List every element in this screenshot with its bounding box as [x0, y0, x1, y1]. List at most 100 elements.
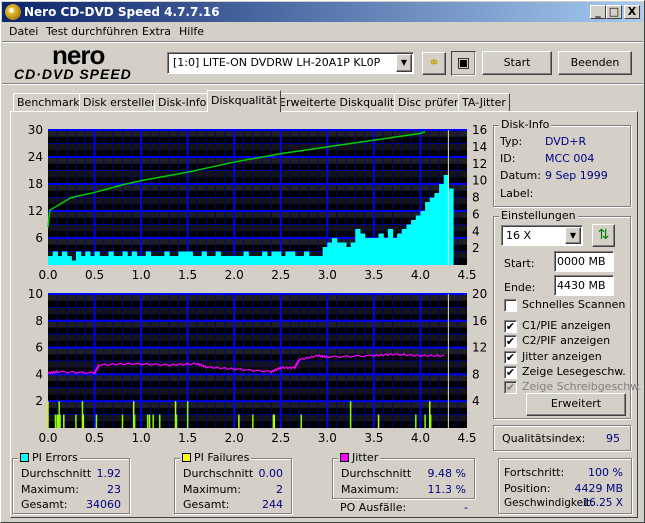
pi-errors-color-icon: [20, 453, 29, 462]
x-tick-label: 2.5: [271, 268, 290, 282]
settings-group: Einstellungen 16 X ▼ ⇅ Start: 0000 MB En…: [493, 209, 642, 419]
pi-error-bar: [383, 238, 389, 265]
pi-error-bar: [48, 256, 54, 265]
menu-datei[interactable]: Datei: [9, 25, 38, 38]
y-tick-label: 6: [35, 231, 43, 245]
y-tick-label: 30: [28, 123, 43, 137]
x-tick-label: 3.0: [318, 431, 337, 445]
pi-error-bar: [355, 229, 361, 265]
pi-error-bar: [290, 251, 296, 265]
checkbox[interactable]: ✔: [504, 351, 517, 364]
id-label: ID:: [500, 152, 516, 165]
pi-error-bar: [85, 251, 91, 265]
pi-error-bar: [201, 251, 207, 265]
x-tick-label: 1.5: [178, 268, 197, 282]
close-button[interactable]: X: [624, 5, 640, 19]
pi-error-bar: [57, 256, 63, 265]
plot-band: [48, 143, 467, 151]
save-icon[interactable]: ▣: [451, 51, 476, 76]
tab-erweiterte-diskqualitaet[interactable]: Erweiterte Diskqualität: [275, 93, 410, 112]
pi-error-bar: [229, 256, 235, 265]
drive-select[interactable]: [1:0] LITE-ON DVDRW LH-20A1P KL0P ▼: [167, 52, 414, 74]
x-tick-label: 2.0: [225, 431, 244, 445]
menu-extra[interactable]: Extra: [142, 25, 171, 38]
maximize-button[interactable]: □: [606, 5, 622, 19]
tab-disk-erstellen[interactable]: Disk erstellen: [79, 93, 163, 112]
y2-tick-label: 2: [472, 241, 480, 255]
pi-error-bar: [215, 251, 221, 265]
checkbox: ✔: [504, 381, 517, 394]
menu-test[interactable]: Test durchführen: [46, 25, 138, 38]
x-tick-label: 0.0: [38, 431, 57, 445]
stop-button[interactable]: Beenden: [558, 51, 632, 75]
checkbox[interactable]: ✔: [504, 335, 517, 348]
pi-error-bar: [145, 251, 152, 265]
pi-error-bar: [304, 251, 310, 265]
tab-benchmark[interactable]: Benchmark: [13, 93, 84, 112]
pi-error-bar: [224, 256, 231, 265]
quality-index-group: Qualitätsindex: 95: [493, 425, 631, 451]
x-tick-label: 2.5: [271, 431, 290, 445]
pi-failures-color-icon: [182, 453, 191, 462]
speed-select[interactable]: 16 X ▼: [501, 225, 583, 246]
x-tick-label: 4.5: [457, 268, 476, 282]
jitter-avg: 9.48 %: [427, 467, 466, 480]
y2-tick-label: 16: [472, 123, 487, 137]
plot-band: [48, 387, 467, 395]
pi-error-bar: [280, 256, 287, 265]
checkbox-label: Zeige Lesegeschw.: [522, 365, 626, 378]
label-label: Label:: [500, 187, 534, 200]
pi-errors-total: 34060: [86, 498, 121, 511]
tab-ta-jitter[interactable]: TA-Jitter: [458, 93, 510, 112]
y-tick-label: 18: [28, 177, 43, 191]
pi-error-bar: [155, 256, 161, 265]
pi-error-bar: [439, 184, 445, 265]
tab-disc-pruefen[interactable]: Disc prüfen: [394, 93, 465, 112]
po-failures-value: -: [464, 501, 468, 514]
disc-info-icon[interactable]: ⚭: [422, 52, 446, 75]
pi-error-bar: [387, 229, 394, 265]
start-input[interactable]: 0000 MB: [554, 251, 614, 272]
y2-tick-label: 12: [472, 157, 487, 171]
nero-app-icon: [5, 4, 21, 20]
minimize-button[interactable]: _: [590, 5, 606, 19]
pi-error-bar: [429, 197, 436, 265]
disk-info-group: Disk-Info Typ: DVD+R ID: MCC 004 Datum: …: [493, 118, 631, 207]
pi-error-bar: [159, 256, 165, 265]
x-tick-label: 0.5: [85, 268, 104, 282]
pi-error-bar: [113, 256, 119, 265]
chevron-down-icon[interactable]: ▼: [565, 227, 581, 244]
pi-error-bar: [420, 211, 426, 265]
y-tick-label: 2: [35, 394, 43, 408]
pi-error-bar: [103, 256, 110, 265]
checkbox[interactable]: [504, 299, 517, 312]
end-input[interactable]: 4430 MB: [554, 275, 614, 296]
advanced-button[interactable]: Erweitert: [526, 393, 626, 416]
pi-errors-avg: 1.92: [96, 467, 122, 480]
pi-error-bar: [257, 256, 263, 265]
pi-error-bar: [127, 256, 133, 265]
checkbox[interactable]: ✔: [504, 366, 517, 379]
pi-error-bar: [406, 224, 412, 265]
pi-error-bar: [80, 256, 86, 265]
x-tick-label: 4.5: [457, 431, 476, 445]
refresh-icon[interactable]: ⇅: [592, 224, 615, 247]
start-button[interactable]: Start: [482, 51, 552, 75]
pi-error-bar: [285, 251, 291, 265]
y-tick-label: 24: [28, 150, 43, 164]
plot-band: [48, 320, 467, 328]
start-label: Start:: [504, 257, 535, 270]
menu-hilfe[interactable]: Hilfe: [179, 25, 204, 38]
pi-error-bar: [164, 251, 170, 265]
pi-error-bar: [94, 251, 100, 265]
chevron-down-icon[interactable]: ▼: [396, 54, 412, 72]
tab-diskqualitaet[interactable]: Diskqualität: [207, 90, 281, 112]
y2-tick-label: 8: [472, 191, 480, 205]
checkbox[interactable]: ✔: [504, 320, 517, 333]
y2-tick-label: 16: [472, 314, 487, 328]
pi-error-bar: [415, 215, 422, 265]
tab-disk-info[interactable]: Disk-Info: [154, 93, 211, 112]
pi-error-bar: [178, 251, 184, 265]
jitter-max: 11.3 %: [427, 483, 466, 496]
pi-error-bar: [299, 256, 305, 265]
